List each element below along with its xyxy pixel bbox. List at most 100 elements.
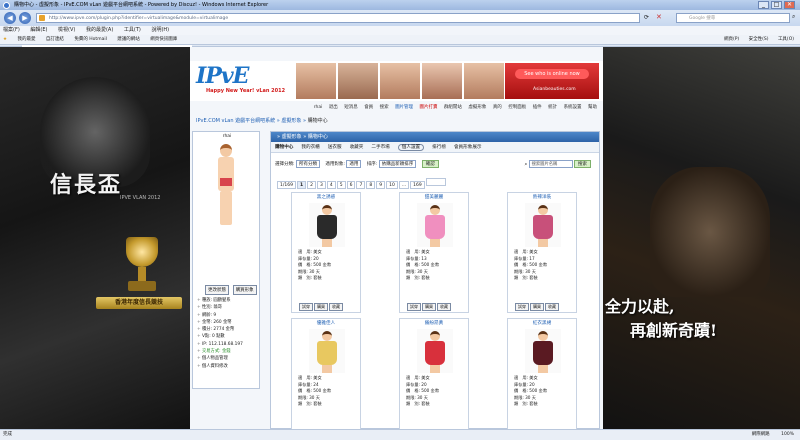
- page-link[interactable]: ...: [398, 181, 410, 189]
- tab-item[interactable]: 送衣服: [328, 145, 342, 150]
- category-select[interactable]: 所有分類: [295, 160, 320, 168]
- menu-help[interactable]: 說明(H): [151, 27, 169, 33]
- tab-item[interactable]: 購物中心: [275, 145, 293, 150]
- forward-button[interactable]: ▶: [19, 12, 31, 24]
- image-search-input[interactable]: 搜索圖片名稱: [528, 160, 573, 168]
- close-button[interactable]: ✕: [784, 1, 795, 9]
- ad-photo[interactable]: [464, 63, 504, 99]
- nav-stats[interactable]: 統計: [548, 105, 557, 110]
- target-select[interactable]: 適用: [346, 160, 362, 168]
- url-input[interactable]: http://www.ipve.com/plugin.php?identifie…: [36, 13, 640, 23]
- nav-plugins[interactable]: 插件: [533, 105, 542, 110]
- nav-virtual-image[interactable]: 虛擬形象: [468, 105, 486, 110]
- change-status-button[interactable]: 更改狀態: [205, 285, 229, 295]
- favorites-star-icon[interactable]: ★: [3, 37, 7, 42]
- product-name[interactable]: 黑之誘惑: [292, 193, 360, 202]
- nav-logout[interactable]: 退出: [329, 105, 338, 110]
- tab-item[interactable]: 會員形象展示: [454, 145, 482, 150]
- ad-photo[interactable]: [422, 63, 462, 99]
- page-link[interactable]: 5: [336, 181, 346, 189]
- menu-view[interactable]: 檢視(V): [58, 27, 75, 33]
- menu-tools[interactable]: 工具(T): [124, 27, 141, 33]
- toolbar-safety[interactable]: 安全性(S): [749, 37, 769, 42]
- page-link[interactable]: 4: [326, 181, 336, 189]
- try-on-button[interactable]: 試穿: [299, 303, 313, 311]
- buy-button[interactable]: 購買: [530, 303, 544, 311]
- try-on-button[interactable]: 試穿: [407, 303, 421, 311]
- page-link[interactable]: 1: [296, 181, 307, 189]
- nav-image-manage[interactable]: 圖片管理: [395, 105, 413, 110]
- product-name[interactable]: 甜美麗麗: [400, 193, 468, 202]
- back-button[interactable]: ◀: [4, 12, 16, 24]
- tab-item[interactable]: 收藏夾: [350, 145, 364, 150]
- product-image[interactable]: [309, 329, 345, 373]
- favorite-button[interactable]: 收藏: [437, 303, 451, 311]
- zoom-level[interactable]: 100%: [781, 432, 794, 437]
- tab-item[interactable]: 二手市場: [371, 145, 389, 150]
- product-image[interactable]: [525, 329, 561, 373]
- product-image[interactable]: [417, 203, 453, 247]
- menu-edit[interactable]: 編輯(E): [30, 27, 47, 33]
- sort-select[interactable]: 依購品新穎排序: [378, 160, 417, 168]
- favorite-button[interactable]: 收藏: [545, 303, 559, 311]
- breadcrumb-section[interactable]: 虛擬形象: [281, 118, 301, 124]
- search-icon[interactable]: ⌕: [792, 13, 795, 21]
- product-name[interactable]: 紅衣黑裙: [508, 319, 576, 328]
- image-search-button[interactable]: 搜索: [574, 160, 591, 168]
- page-link[interactable]: 9: [376, 181, 386, 189]
- buy-button[interactable]: 購買: [314, 303, 328, 311]
- product-image[interactable]: [417, 329, 453, 373]
- favorite-button[interactable]: 收藏: [329, 303, 343, 311]
- buy-image-button[interactable]: 購買形象: [232, 285, 257, 295]
- nav-search[interactable]: 搜索: [380, 105, 389, 110]
- nav-messages[interactable]: 短消息: [344, 105, 358, 110]
- buy-button[interactable]: 購買: [422, 303, 436, 311]
- tab-item[interactable]: 個人設置: [397, 144, 425, 151]
- menu-favorites[interactable]: 我的最愛(A): [86, 27, 113, 33]
- page-link[interactable]: 7: [356, 181, 366, 189]
- nav-groups[interactable]: 群組閒站: [444, 105, 462, 110]
- fav-item[interactable]: 自訂連結: [46, 37, 64, 42]
- fav-item[interactable]: 免費的 Hotmail: [74, 37, 106, 42]
- page-jump-input[interactable]: [425, 178, 446, 186]
- product-image[interactable]: [309, 203, 345, 247]
- user-info-item[interactable]: 個人物品管理: [197, 355, 259, 362]
- breadcrumb-site[interactable]: IPvE.COM vLan 遊戲平台網吧系統: [196, 118, 275, 124]
- page-link[interactable]: 10: [386, 181, 398, 189]
- page-link[interactable]: 2: [307, 181, 316, 189]
- ad-photo[interactable]: [296, 63, 336, 99]
- nav-username[interactable]: rhai: [314, 105, 323, 110]
- fav-item[interactable]: 網頁快訊圖庫: [150, 37, 177, 42]
- ad-see-online-button[interactable]: See who is online now: [515, 69, 589, 79]
- site-logo[interactable]: IPvE: [196, 63, 249, 89]
- nav-members[interactable]: 會員: [364, 105, 373, 110]
- page-link[interactable]: 8: [366, 181, 376, 189]
- nav-control-panel[interactable]: 控制面板: [508, 105, 526, 110]
- tab-item[interactable]: 我的衣櫃: [301, 145, 319, 150]
- page-link[interactable]: 6: [346, 181, 356, 189]
- ad-photo[interactable]: [380, 63, 420, 99]
- fav-item[interactable]: 我的最愛: [17, 37, 35, 42]
- user-info-item[interactable]: 個人資料修改: [197, 363, 259, 370]
- nav-mine[interactable]: 真的: [493, 105, 502, 110]
- tab-item[interactable]: 排行榜: [432, 145, 446, 150]
- page-link[interactable]: 169: [410, 181, 425, 189]
- product-name[interactable]: 熱辣洋裝: [508, 193, 576, 202]
- ad-box[interactable]: See who is online now Asianbeauties.com: [505, 63, 599, 99]
- page-link[interactable]: 3: [316, 181, 326, 189]
- page-link[interactable]: 1/169: [277, 181, 296, 189]
- menu-file[interactable]: 檔案(F): [3, 27, 20, 33]
- ad-photos[interactable]: [296, 63, 504, 99]
- nav-system[interactable]: 系統設置: [564, 105, 582, 110]
- confirm-button[interactable]: 確認: [421, 160, 439, 168]
- maximize-button[interactable]: □: [771, 1, 782, 9]
- product-name[interactable]: 繽紛昂黃: [400, 319, 468, 328]
- stop-icon[interactable]: ✕: [656, 13, 662, 21]
- try-on-button[interactable]: 試穿: [515, 303, 529, 311]
- refresh-icon[interactable]: ⟳: [644, 14, 649, 21]
- ad-photo[interactable]: [338, 63, 378, 99]
- nav-image-sale[interactable]: 圖片打賣: [420, 105, 438, 110]
- fav-item[interactable]: 建議的網站: [117, 37, 140, 42]
- minimize-button[interactable]: _: [758, 1, 769, 9]
- nav-help[interactable]: 幫助: [588, 105, 597, 110]
